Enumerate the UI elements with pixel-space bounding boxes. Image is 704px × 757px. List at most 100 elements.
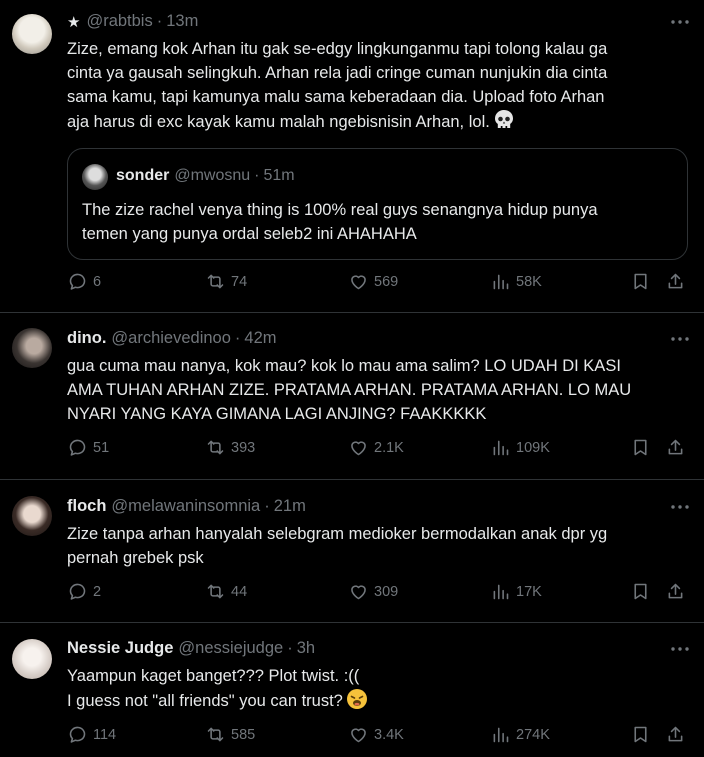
share-button[interactable] bbox=[665, 271, 686, 292]
avatar[interactable] bbox=[12, 639, 52, 679]
more-options-icon[interactable] bbox=[670, 329, 690, 349]
like-count: 569 bbox=[374, 273, 399, 290]
like-button[interactable]: 309 bbox=[348, 581, 398, 602]
reply-count: 114 bbox=[93, 726, 117, 743]
skull-emoji-icon bbox=[493, 109, 515, 138]
reply-icon bbox=[69, 439, 86, 456]
reply-button[interactable]: 2 bbox=[67, 581, 101, 602]
reply-count: 51 bbox=[93, 439, 110, 456]
avatar[interactable] bbox=[12, 328, 52, 368]
views-button[interactable]: 58K bbox=[490, 271, 542, 292]
reply-button[interactable]: 51 bbox=[67, 437, 109, 458]
views-button[interactable]: 17K bbox=[490, 581, 542, 602]
bookmark-button[interactable] bbox=[630, 437, 651, 458]
timestamp[interactable]: 51m bbox=[264, 167, 295, 185]
heart-icon bbox=[351, 441, 366, 456]
quoted-tweet[interactable]: sonder @mwosnu · 51m The zize rachel ven… bbox=[67, 148, 688, 260]
user-handle[interactable]: @melawaninsomnia bbox=[111, 497, 260, 516]
view-count: 274K bbox=[516, 726, 550, 743]
tweet-header: floch @melawaninsomnia · 21m bbox=[67, 497, 306, 516]
tweet-actions: 2 44 309 17K bbox=[55, 581, 694, 611]
user-name[interactable]: sonder bbox=[116, 167, 169, 185]
share-icon bbox=[668, 273, 683, 289]
like-button[interactable]: 569 bbox=[348, 271, 398, 292]
repost-button[interactable]: 393 bbox=[205, 437, 255, 458]
analytics-icon bbox=[493, 727, 509, 743]
user-handle[interactable]: @nessiejudge bbox=[178, 639, 283, 658]
tweet[interactable]: floch @melawaninsomnia · 21m Zize tanpa … bbox=[0, 480, 704, 623]
bookmark-button[interactable] bbox=[630, 271, 651, 292]
repost-count: 44 bbox=[231, 583, 248, 600]
share-icon bbox=[668, 583, 683, 599]
heart-icon bbox=[351, 275, 366, 290]
user-name[interactable]: dino. bbox=[67, 329, 106, 348]
repost-count: 585 bbox=[231, 726, 256, 743]
separator: · bbox=[254, 167, 260, 184]
quoted-tweet-header: sonder @mwosnu · 51m bbox=[116, 167, 295, 185]
separator: · bbox=[264, 497, 270, 515]
reply-button[interactable]: 114 bbox=[67, 724, 116, 745]
reply-button[interactable]: 6 bbox=[67, 271, 101, 292]
bookmark-button[interactable] bbox=[630, 724, 651, 745]
tweet-actions: 51 393 2.1K 109K bbox=[55, 437, 694, 467]
bookmark-button[interactable] bbox=[630, 581, 651, 602]
view-count: 17K bbox=[516, 583, 542, 600]
avatar[interactable] bbox=[12, 496, 52, 536]
tweet[interactable]: Nessie Judge @nessiejudge · 3h Yaampun k… bbox=[0, 623, 704, 757]
like-button[interactable]: 2.1K bbox=[348, 437, 404, 458]
tweet-actions: 114 585 3.4K 274K bbox=[55, 724, 694, 754]
analytics-icon bbox=[493, 584, 509, 600]
repost-button[interactable]: 585 bbox=[205, 724, 255, 745]
user-handle[interactable]: @archievedinoo bbox=[111, 329, 231, 348]
share-icon bbox=[668, 726, 683, 742]
heart-icon bbox=[351, 728, 366, 743]
reply-icon bbox=[69, 726, 86, 743]
tweet-actions: 6 74 569 58K bbox=[55, 271, 694, 301]
avatar[interactable] bbox=[12, 14, 52, 54]
timestamp[interactable]: 3h bbox=[297, 639, 315, 658]
tweet-header: ★ @rabtbis · 13m bbox=[67, 12, 198, 31]
analytics-icon bbox=[493, 440, 509, 456]
repost-icon bbox=[207, 727, 224, 742]
more-options-icon[interactable] bbox=[670, 639, 690, 659]
bookmark-icon bbox=[634, 273, 647, 290]
reply-count: 6 bbox=[93, 273, 102, 290]
tweet-text: Yaampun kaget banget??? Plot twist. :(( … bbox=[67, 664, 682, 717]
tweet-text: gua cuma mau nanya, kok mau? kok lo mau … bbox=[67, 357, 632, 423]
user-name[interactable]: Nessie Judge bbox=[67, 639, 173, 658]
avatar[interactable] bbox=[82, 164, 108, 190]
user-handle[interactable]: @rabtbis bbox=[86, 12, 152, 31]
share-button[interactable] bbox=[665, 581, 686, 602]
more-options-icon[interactable] bbox=[670, 497, 690, 517]
heart-icon bbox=[351, 585, 366, 600]
repost-icon bbox=[207, 440, 224, 455]
repost-button[interactable]: 44 bbox=[205, 581, 247, 602]
like-count: 2.1K bbox=[374, 439, 404, 456]
separator: · bbox=[156, 12, 163, 30]
view-count: 109K bbox=[516, 439, 550, 456]
repost-icon bbox=[207, 274, 224, 289]
like-count: 3.4K bbox=[374, 726, 404, 743]
timestamp[interactable]: 42m bbox=[244, 329, 276, 348]
share-button[interactable] bbox=[665, 724, 686, 745]
timestamp[interactable]: 21m bbox=[274, 497, 306, 516]
separator: · bbox=[234, 329, 241, 347]
view-count: 58K bbox=[516, 273, 542, 290]
tweet[interactable]: dino. @archievedinoo · 42m gua cuma mau … bbox=[0, 313, 704, 480]
like-button[interactable]: 3.4K bbox=[348, 724, 404, 745]
user-handle[interactable]: @mwosnu bbox=[174, 167, 250, 185]
quoted-tweet-text: The zize rachel venya thing is 100% real… bbox=[82, 201, 598, 243]
tweet[interactable]: ★ @rabtbis · 13m Zize, emang kok Arhan i… bbox=[0, 0, 704, 313]
more-options-icon[interactable] bbox=[670, 12, 690, 32]
views-button[interactable]: 274K bbox=[490, 724, 550, 745]
views-button[interactable]: 109K bbox=[490, 437, 550, 458]
timestamp[interactable]: 13m bbox=[166, 12, 198, 31]
like-count: 309 bbox=[374, 583, 399, 600]
user-name[interactable]: floch bbox=[67, 497, 106, 516]
repost-button[interactable]: 74 bbox=[205, 271, 247, 292]
repost-icon bbox=[207, 584, 224, 599]
share-button[interactable] bbox=[665, 437, 686, 458]
reply-icon bbox=[69, 273, 86, 290]
separator: · bbox=[287, 639, 293, 657]
tweet-text: Zize tanpa arhan hanyalah selebgram medi… bbox=[67, 525, 608, 567]
